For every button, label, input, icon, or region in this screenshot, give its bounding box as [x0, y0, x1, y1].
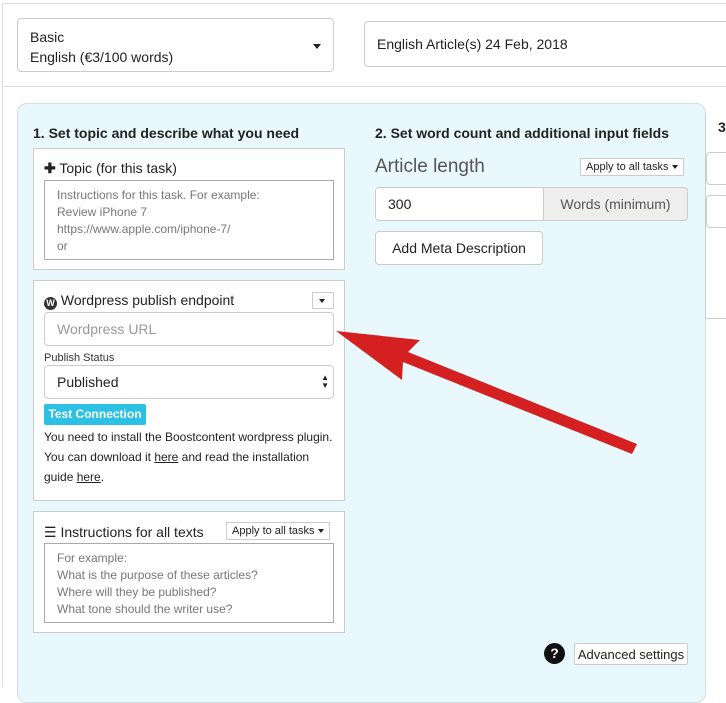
step2-heading: 2. Set word count and additional input f…: [375, 125, 670, 141]
caret-down-icon: [313, 44, 321, 49]
instructions-textarea[interactable]: For example: What is the purpose of thes…: [44, 543, 334, 623]
plugin-help-text: You need to install the Boostcontent wor…: [44, 430, 333, 484]
plan-language-price: English (€3/100 words): [30, 49, 174, 65]
publish-status-label: Publish Status: [44, 352, 115, 364]
step3-heading: 3: [718, 119, 726, 135]
apply-to-all-tasks-dropdown[interactable]: Apply to all tasks: [580, 158, 684, 176]
updown-icon: ▲ ▼: [321, 373, 329, 390]
wordpress-box: W Wordpress publish endpoint Wordpress U…: [33, 280, 345, 501]
advanced-settings-button[interactable]: Advanced settings: [574, 643, 688, 665]
divider: [2, 87, 3, 687]
wordpress-label: Wordpress publish endpoint: [60, 292, 235, 308]
wordpress-url-input[interactable]: Wordpress URL: [44, 312, 334, 346]
installation-guide-link[interactable]: here: [77, 470, 101, 484]
test-connection-button[interactable]: Test Connection: [44, 404, 146, 425]
instructions-box: ☰ Instructions for all texts Apply to al…: [33, 511, 345, 633]
plan-select[interactable]: Basic English (€3/100 words): [17, 18, 334, 72]
step3-panel: [705, 115, 726, 319]
step3-field[interactable]: [706, 152, 726, 185]
topic-box: ✚ Topic (for this task) Instructions for…: [33, 148, 345, 270]
caret-down-icon: [317, 529, 324, 534]
instructions-label: Instructions for all texts: [60, 524, 204, 540]
wordpress-icon: W: [44, 297, 57, 310]
help-icon[interactable]: ?: [544, 643, 565, 664]
caret-down-icon: [671, 165, 678, 170]
topic-textarea[interactable]: Instructions for this task. For example:…: [44, 180, 334, 260]
apply-to-all-tasks-dropdown[interactable]: Apply to all tasks: [226, 522, 330, 540]
project-title-input[interactable]: English Article(s) 24 Feb, 2018: [364, 21, 726, 67]
step3-field[interactable]: [706, 195, 726, 228]
add-meta-description-button[interactable]: Add Meta Description: [375, 231, 543, 265]
topic-label: Topic (for this task): [59, 160, 177, 176]
list-icon: ☰: [44, 524, 57, 540]
step1-heading: 1. Set topic and describe what you need: [33, 125, 300, 141]
wordpress-toggle-button[interactable]: [312, 292, 334, 309]
plugin-download-link[interactable]: here: [154, 450, 178, 464]
plan-name: Basic: [30, 29, 65, 45]
publish-status-value: Published: [57, 374, 119, 390]
article-length-label: Article length: [375, 156, 485, 177]
plus-icon: ✚: [44, 160, 56, 176]
word-count-input[interactable]: 300: [375, 187, 544, 221]
caret-down-icon: [319, 299, 325, 304]
word-unit-addon: Words (minimum): [543, 187, 688, 221]
publish-status-select[interactable]: Published ▲ ▼: [44, 365, 334, 399]
